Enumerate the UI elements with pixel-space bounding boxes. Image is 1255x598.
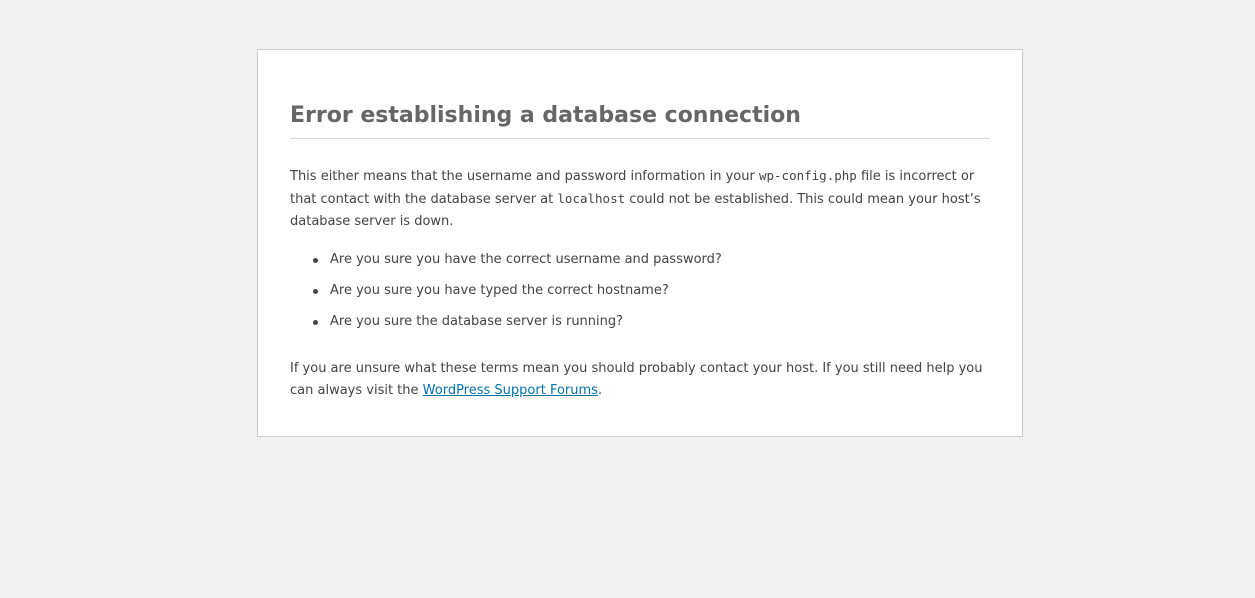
help-text-body: If you are unsure what these terms mean … [290, 361, 983, 398]
list-item-text: Are you sure you have the correct userna… [330, 252, 722, 267]
bullet-icon [313, 289, 318, 294]
error-page-panel: Error establishing a database connection… [257, 49, 1023, 437]
database-host: localhost [557, 191, 626, 206]
support-forums-link[interactable]: WordPress Support Forums [423, 383, 598, 398]
troubleshooting-list: Are you sure you have the correct userna… [290, 249, 990, 342]
bullet-icon [313, 320, 318, 325]
description-text-1: This either means that the username and … [290, 169, 759, 184]
config-filename: wp-config.php [758, 168, 857, 183]
help-text: If you are unsure what these terms mean … [290, 358, 994, 402]
list-item: Are you sure the database server is runn… [313, 311, 990, 333]
list-item: Are you sure you have the correct userna… [313, 249, 990, 271]
help-text-end: . [597, 383, 603, 398]
list-item: Are you sure you have typed the correct … [313, 280, 990, 302]
list-item-text: Are you sure you have typed the correct … [330, 283, 669, 298]
page-title: Error establishing a database connection [290, 100, 990, 139]
error-description: This either means that the username and … [290, 165, 994, 233]
list-item-text: Are you sure the database server is runn… [330, 314, 624, 329]
bullet-icon [313, 258, 318, 263]
